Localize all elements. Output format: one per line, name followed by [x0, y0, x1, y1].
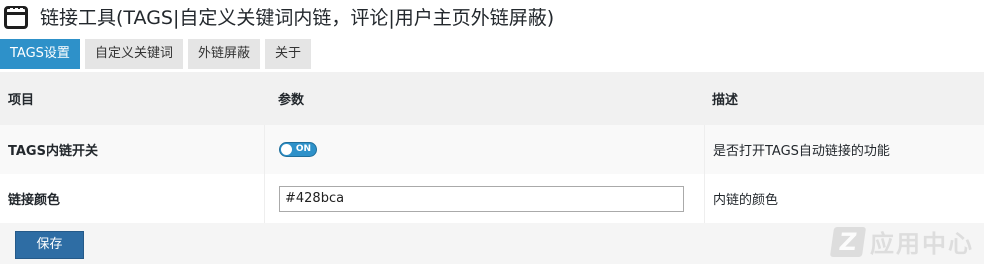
- tab-external-link-block[interactable]: 外链屏蔽: [187, 39, 260, 69]
- tab-custom-keywords[interactable]: 自定义关键词: [84, 39, 183, 69]
- tags-link-toggle[interactable]: ON: [279, 142, 317, 157]
- link-color-input[interactable]: [279, 185, 684, 212]
- row-label-tags-link-switch: TAGS内链开关: [8, 144, 98, 159]
- watermark: Z 应用中心: [829, 224, 974, 259]
- param-cell: [264, 174, 704, 223]
- table-row: 链接颜色 内链的颜色: [0, 174, 984, 223]
- toggle-state-label: ON: [295, 144, 311, 154]
- window-icon: [4, 6, 28, 29]
- column-header-description: 描述: [712, 93, 739, 108]
- settings-table: 项目 参数 描述 TAGS内链开关 ON 是否打开TAGS自动链接的功能 链接颜…: [0, 72, 984, 223]
- row-description: 是否打开TAGS自动链接的功能: [704, 125, 984, 174]
- table-header-row: 项目 参数 描述: [0, 72, 984, 125]
- toggle-knob: [281, 144, 292, 155]
- column-header-item: 项目: [8, 93, 35, 108]
- column-header-param: 参数: [278, 93, 305, 108]
- watermark-text: 应用中心: [870, 230, 974, 258]
- param-cell: ON: [264, 125, 704, 174]
- page-title: 链接工具(TAGS|自定义关键词内链，评论|用户主页外链屏蔽): [40, 7, 555, 29]
- tab-about[interactable]: 关于: [264, 39, 311, 69]
- table-row: TAGS内链开关 ON 是否打开TAGS自动链接的功能: [0, 125, 984, 174]
- row-description: 内链的颜色: [704, 174, 984, 223]
- watermark-logo: Z: [829, 226, 867, 257]
- tab-bar: TAGS设置 自定义关键词 外链屏蔽 关于: [0, 39, 316, 69]
- save-button[interactable]: 保存: [15, 231, 84, 259]
- tab-tags-settings[interactable]: TAGS设置: [0, 39, 80, 69]
- row-label-link-color: 链接颜色: [8, 193, 61, 208]
